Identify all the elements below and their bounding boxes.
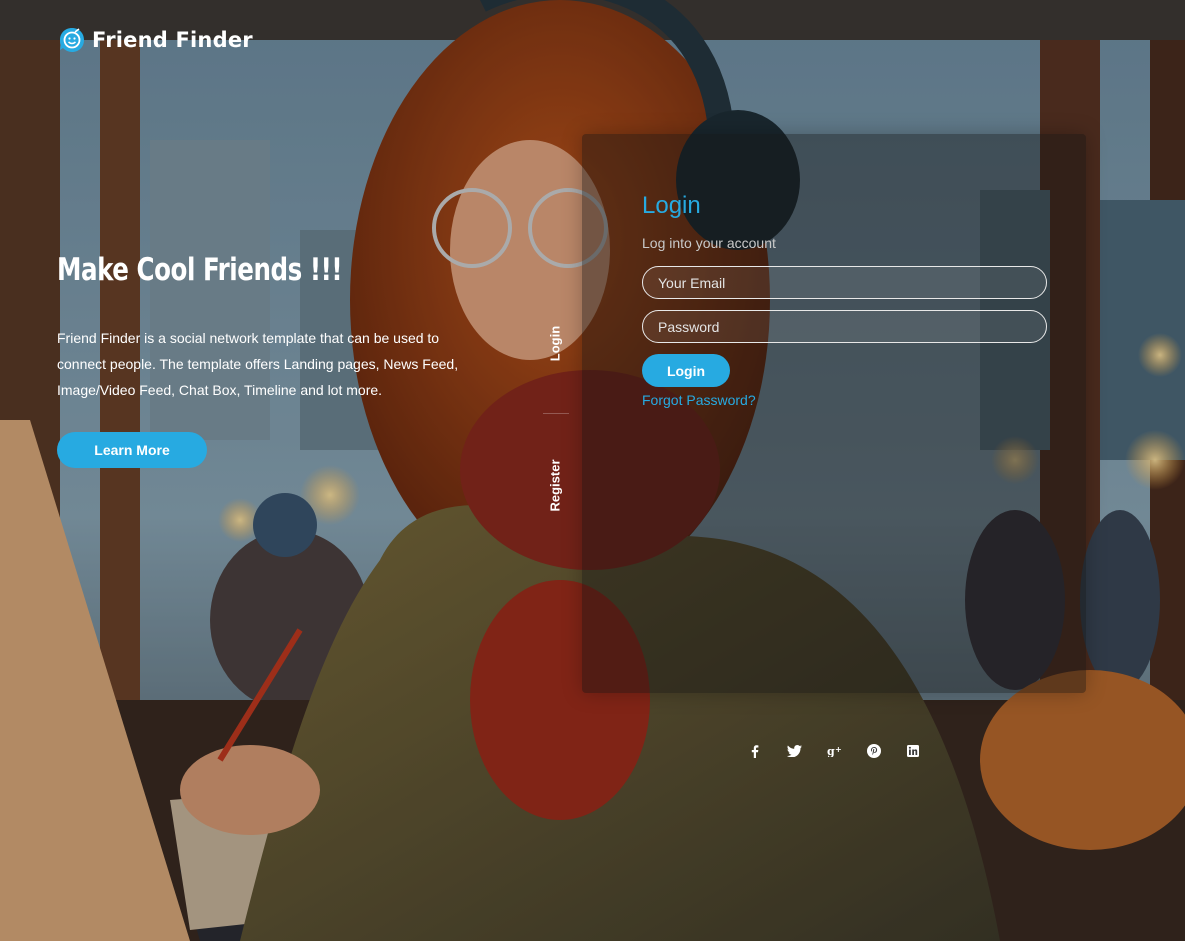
login-title: Login [642,192,701,219]
twitter-link[interactable] [785,741,805,761]
brand-name: Friend Finder [92,28,253,52]
login-panel: Login Log into your account Login Forgot… [582,134,1086,693]
login-button[interactable]: Login [642,354,730,387]
svg-text:+: + [835,745,842,754]
email-field[interactable] [642,266,1047,299]
svg-text:g: g [827,745,835,757]
hero-description: Friend Finder is a social network templa… [57,330,459,398]
login-subtitle: Log into your account [642,235,776,251]
tab-register[interactable]: Register [548,458,563,514]
pinterest-link[interactable] [864,741,884,761]
password-field[interactable] [642,310,1047,343]
smiley-logo-icon [58,26,86,54]
google-plus-link[interactable]: g + [824,741,844,761]
learn-more-button[interactable]: Learn More [57,432,207,468]
hero-title: Make Cool Friends !!! [57,252,343,288]
tab-login[interactable]: Login [548,324,563,364]
brand-logo[interactable]: Friend Finder [58,24,253,56]
linkedin-icon [907,745,919,757]
linkedin-link[interactable] [903,741,923,761]
landing-page: Friend Finder Make Cool Friends !!! Frie… [0,0,1185,941]
pinterest-icon [866,744,881,758]
facebook-link[interactable] [745,741,765,761]
google-plus-icon: g + [827,745,842,757]
social-links: g + [745,741,943,761]
facebook-icon [751,744,759,758]
tab-divider [543,413,569,414]
forgot-password-link[interactable]: Forgot Password? [642,392,756,408]
twitter-icon [787,745,802,757]
